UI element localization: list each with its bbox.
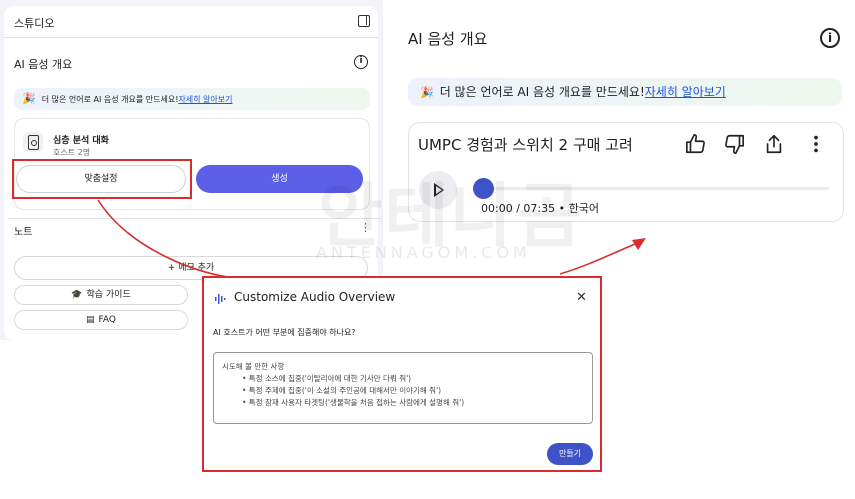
placeholder-item: • 특정 소스에 집중('이탈리아에 대한 기사만 다뤄 줘') — [242, 374, 412, 383]
customize-dialog: Customize Audio Overview ✕ AI 호스트가 어떤 부분… — [202, 276, 602, 472]
dialog-title: Customize Audio Overview — [234, 290, 396, 304]
arrow-to-player — [559, 241, 641, 275]
focus-textarea[interactable]: 시도해 볼 만한 사항 • 특정 소스에 집중('이탈리아에 대한 기사만 다뤄… — [213, 352, 593, 424]
arrow-to-dialog — [97, 199, 237, 279]
dialog-question: AI 호스트가 어떤 부분에 집중해야 하나요? — [213, 328, 356, 337]
placeholder-item: • 특정 잠재 사용자 타겟팅('생물학을 처음 접하는 사람에게 설명해 줘'… — [242, 398, 465, 407]
close-icon[interactable]: ✕ — [576, 290, 587, 305]
placeholder-heading: 시도해 볼 만한 사항 — [222, 362, 285, 371]
audio-wave-icon — [215, 294, 226, 304]
placeholder-item: • 특정 주제에 집중('이 소설의 주인공에 대해서만 이야기해 줘') — [242, 386, 442, 395]
create-button[interactable]: 만들기 — [547, 443, 593, 465]
